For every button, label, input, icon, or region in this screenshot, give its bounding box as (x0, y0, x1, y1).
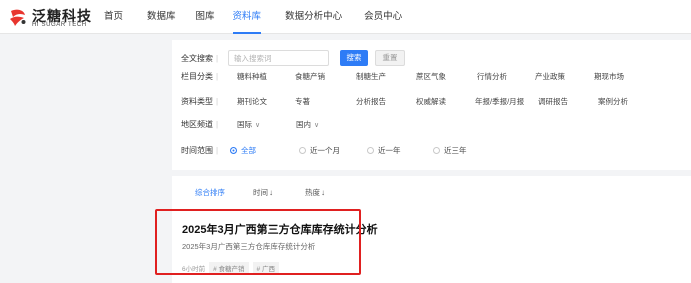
filter-panel: 全文搜索| 搜索 重置 栏目分类| 糖料种植 食糖产销 制糖生产 蔗区气象 行情… (172, 40, 691, 170)
sort-label: 时间 (253, 188, 268, 197)
result-tag[interactable]: # 食糖产销 (209, 262, 249, 274)
nav-item-data-analysis-center[interactable]: 数据分析中心 (285, 0, 342, 34)
column-category-row: 栏目分类 | 糖料种植 食糖产销 制糖生产 蔗区气象 行情分析 产业政策 期现市场 (172, 68, 691, 86)
nav-item-gallery[interactable]: 图库 (196, 0, 215, 34)
logo-mark-icon (10, 9, 26, 26)
chevron-down-icon: ∨ (255, 122, 261, 129)
filter-option[interactable]: 食糖产销 (295, 71, 325, 82)
filter-option[interactable]: 权威解读 (416, 96, 446, 107)
filter-option[interactable]: 案例分析 (598, 96, 628, 107)
filter-option[interactable]: 年报/季报/月报 (475, 96, 524, 107)
filter-option[interactable]: 期刊论文 (237, 96, 267, 107)
result-title[interactable]: 2025年3月广西第三方仓库库存统计分析 (182, 221, 378, 237)
region-label: 地区频道 | (181, 120, 219, 129)
reset-button[interactable]: 重置 (375, 50, 405, 66)
radio-unchecked-icon (299, 147, 306, 154)
time-option-label: 全部 (241, 146, 256, 155)
nav-item-home[interactable]: 首页 (104, 0, 123, 34)
time-range-label: 时间范围 | (181, 146, 219, 155)
nav-item-library[interactable]: 资料库 (232, 0, 262, 34)
search-row: 全文搜索| 搜索 重置 (172, 44, 691, 70)
region-dropdown-international[interactable]: 国际 ∨ (237, 119, 260, 130)
filter-option[interactable]: 期现市场 (594, 71, 624, 82)
filter-option[interactable]: 行情分析 (477, 71, 507, 82)
time-option-label: 近一个月 (310, 146, 340, 155)
top-navigation-bar: 泛糖科技 HI SUGAR TECH 首页 数据库 图库 资料库 数据分析中心 … (0, 0, 691, 34)
column-category-label: 栏目分类 | (181, 72, 219, 81)
filter-option[interactable]: 专著 (295, 96, 310, 107)
time-option-label: 近三年 (444, 146, 467, 155)
radio-checked-icon (230, 147, 237, 154)
filter-option[interactable]: 糖料种植 (237, 71, 267, 82)
sort-by-popularity[interactable]: 热度↓ (305, 187, 325, 198)
time-option-label: 近一年 (378, 146, 401, 155)
results-panel: 综合排序 时间↓ 热度↓ 2025年3月广西第三方仓库库存统计分析 2025年3… (172, 176, 691, 283)
result-meta: 6小时前 # 食糖产销 # 广西 (182, 262, 283, 274)
sort-label: 热度 (305, 188, 320, 197)
filter-option[interactable]: 分析报告 (356, 96, 386, 107)
filter-option[interactable]: 蔗区气象 (416, 71, 446, 82)
search-button[interactable]: 搜索 (340, 50, 368, 66)
nav-item-member-center[interactable]: 会员中心 (364, 0, 402, 34)
region-option-label: 国内 (296, 120, 311, 129)
brand-logo[interactable]: 泛糖科技 HI SUGAR TECH (8, 6, 100, 30)
result-tag[interactable]: # 广西 (252, 262, 279, 274)
region-option-label: 国际 (237, 120, 252, 129)
time-option-last-three-years[interactable]: 近三年 (433, 145, 467, 156)
chevron-down-icon: ∨ (314, 122, 320, 129)
brand-name-en: HI SUGAR TECH (32, 22, 87, 28)
material-type-label: 资料类型 | (181, 97, 219, 106)
nav-item-database[interactable]: 数据库 (147, 0, 176, 34)
arrow-down-icon: ↓ (321, 188, 325, 197)
radio-unchecked-icon (367, 147, 374, 154)
filter-option[interactable]: 调研报告 (538, 96, 568, 107)
result-summary: 2025年3月广西第三方仓库库存统计分析 (182, 242, 316, 251)
main-nav: 首页 数据库 图库 资料库 数据分析中心 会员中心 (104, 0, 402, 34)
filter-option[interactable]: 产业政策 (535, 71, 565, 82)
arrow-down-icon: ↓ (269, 188, 273, 197)
filter-option[interactable]: 制糖生产 (356, 71, 386, 82)
time-option-last-month[interactable]: 近一个月 (299, 145, 340, 156)
region-dropdown-domestic[interactable]: 国内 ∨ (296, 119, 319, 130)
search-label: 全文搜索 | (181, 54, 219, 63)
search-input[interactable] (228, 50, 329, 66)
material-type-row: 资料类型 | 期刊论文 专著 分析报告 权威解读 年报/季报/月报 调研报告 案例… (172, 93, 691, 111)
time-option-all[interactable]: 全部 (230, 145, 256, 156)
time-option-last-year[interactable]: 近一年 (367, 145, 401, 156)
result-time: 6小时前 (182, 266, 206, 273)
sort-by-time[interactable]: 时间↓ (253, 187, 273, 198)
region-row: 地区频道 | 国际 ∨ 国内 ∨ (172, 116, 691, 134)
sort-comprehensive[interactable]: 综合排序 (195, 187, 225, 198)
time-range-row: 时间范围 | 全部 近一个月 近一年 近三年 (172, 142, 691, 160)
radio-unchecked-icon (433, 147, 440, 154)
